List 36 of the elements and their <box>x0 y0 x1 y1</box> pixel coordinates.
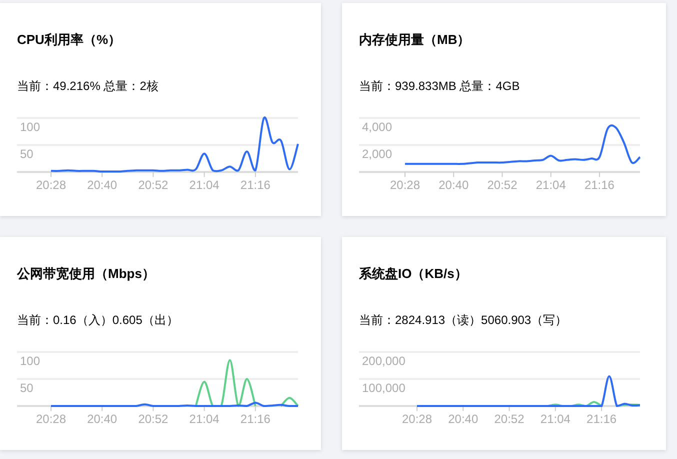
axis-label: 20:28 <box>390 178 420 192</box>
axis-label: 20:28 <box>36 412 66 426</box>
card-title: CPU利用率（%） <box>17 31 122 49</box>
axis-label: 100,000 <box>362 381 406 395</box>
axis-label: 21:04 <box>189 178 220 192</box>
axis-label: 50 <box>20 147 34 161</box>
summary-text: 当前：939.833MB 总量：4GB <box>359 78 521 94</box>
axis-label: 20:28 <box>36 178 66 192</box>
card-title: 内存使用量（MB） <box>359 31 472 49</box>
axis-label: 21:16 <box>584 178 614 192</box>
axis-label: 20:52 <box>494 412 524 426</box>
axis-label: 20:40 <box>87 178 118 192</box>
axis-label: 20:40 <box>438 178 469 192</box>
axis-label: 100 <box>20 120 40 134</box>
axis-label: 20:52 <box>138 178 168 192</box>
axis-label: 2,000 <box>362 147 392 161</box>
axis-label: 21:16 <box>586 412 617 426</box>
card-title: 系统盘IO（KB/s） <box>359 265 468 283</box>
axis-label: 21:04 <box>540 412 570 426</box>
axis-label: 21:16 <box>240 412 270 426</box>
axis-label: 50 <box>20 381 34 395</box>
axis-label: 20:40 <box>448 412 478 426</box>
axis-label: 20:40 <box>87 412 118 426</box>
axis-label: 20:52 <box>487 178 518 192</box>
axis-label: 20:28 <box>402 412 432 426</box>
summary-text: 当前：49.216% 总量：2核 <box>17 78 160 94</box>
axis-label: 21:16 <box>240 178 270 192</box>
axis-label: 20:52 <box>138 412 168 426</box>
axis-label: 21:04 <box>536 178 566 192</box>
card-title: 公网带宽使用（Mbps） <box>17 265 156 283</box>
axis-label: 200,000 <box>362 354 406 368</box>
summary-text: 当前：2824.913（读）5060.903（写） <box>359 312 568 328</box>
axis-label: 4,000 <box>362 120 392 134</box>
axis-label: 21:04 <box>189 412 220 426</box>
axis-label: 100 <box>20 354 40 368</box>
summary-text: 当前：0.16（入）0.605（出） <box>17 312 180 328</box>
